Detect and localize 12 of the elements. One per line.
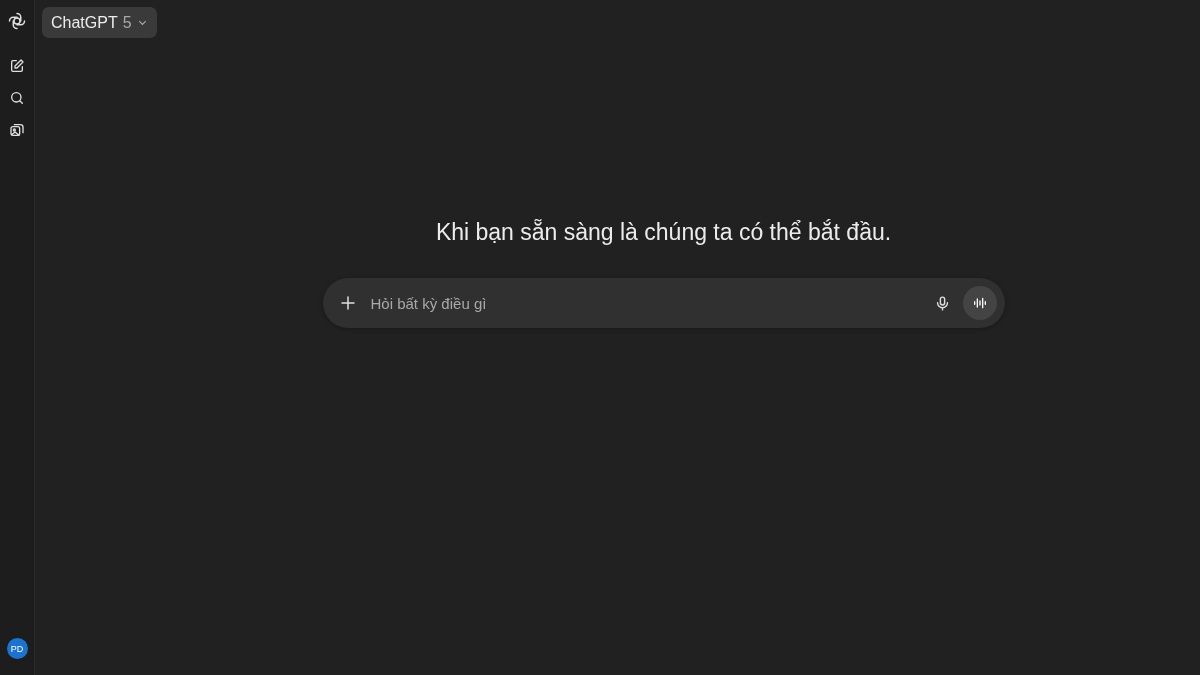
composer-bar[interactable]: Hỏi bất kỳ điều gì	[322, 278, 1005, 328]
images-icon[interactable]	[9, 122, 25, 138]
welcome-heading: Khi bạn sẵn sàng là chúng ta có thể bắt đầu.	[435, 219, 892, 246]
search-icon[interactable]	[9, 90, 25, 106]
waveform-icon	[971, 295, 988, 311]
logo-icon[interactable]	[8, 12, 26, 30]
new-chat-icon[interactable]	[9, 58, 25, 74]
prompt-field[interactable]: Hỏi bất kỳ điều gì	[368, 293, 922, 313]
voice-mode-button[interactable]	[962, 286, 997, 320]
model-selector[interactable]: ChatGPT 5	[42, 7, 157, 38]
user-avatar[interactable]: PD	[6, 638, 28, 659]
plus-icon[interactable]	[338, 294, 357, 312]
